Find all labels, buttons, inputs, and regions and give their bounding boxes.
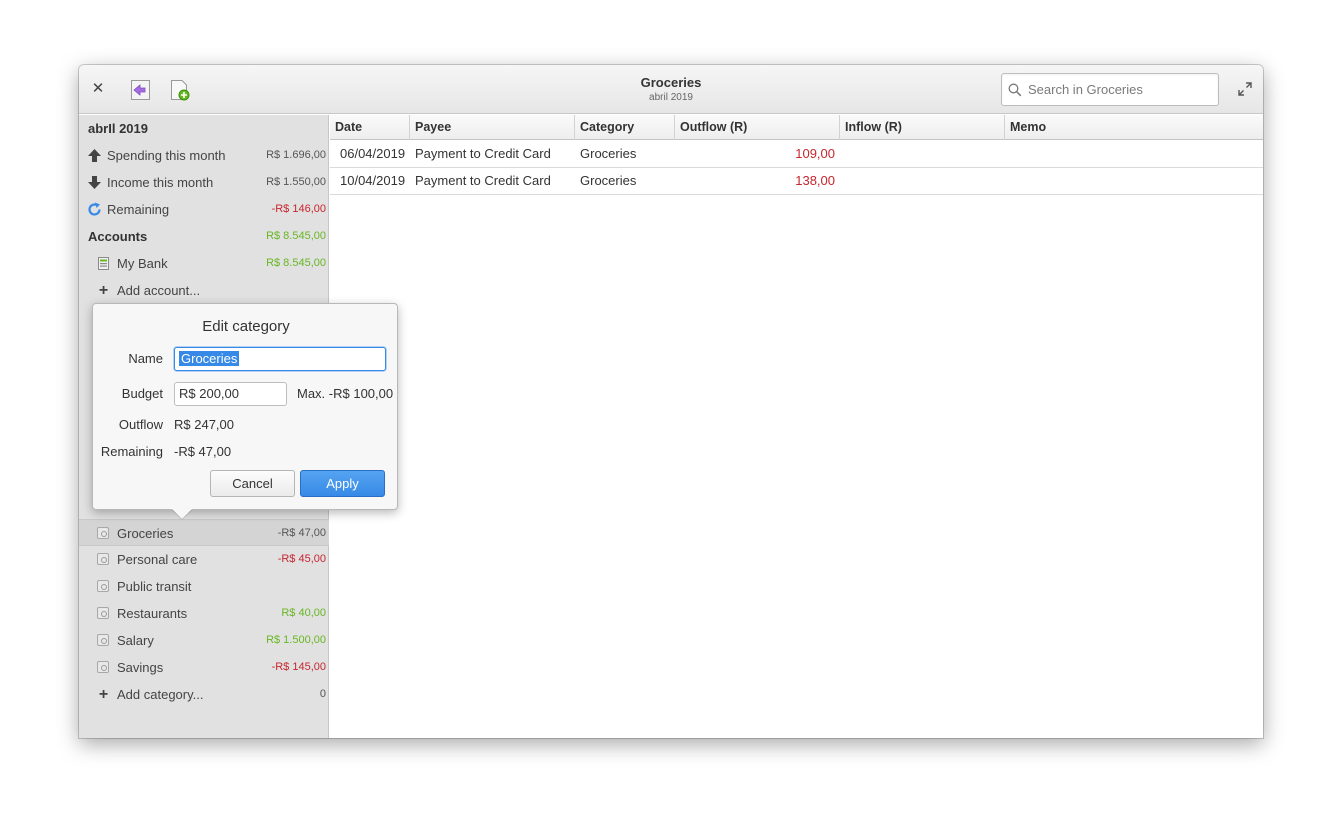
column-header-inflow[interactable]: Inflow (R) <box>840 115 1005 140</box>
budget-field[interactable]: R$ 200,00 <box>174 382 287 406</box>
category-icon <box>97 580 110 593</box>
refresh-icon <box>88 202 101 216</box>
budget-label: Budget <box>121 386 163 401</box>
sidebar-item-groceries[interactable]: Groceries -R$ 47,00 <box>79 519 329 546</box>
accounts-heading: Accounts R$ 8.545,00 <box>88 229 326 244</box>
popover-arrow <box>172 509 192 519</box>
titlebar: ✕ Groceries abril 2019 <box>79 65 1263 114</box>
sidebar-item-public-transit[interactable]: Public transit <box>79 573 329 600</box>
category-icon <box>97 607 110 620</box>
sidebar-item-remaining[interactable]: Remaining -R$ 146,00 <box>79 196 329 223</box>
cell-outflow: 138,00 <box>795 173 835 188</box>
sidebar-item-my-bank[interactable]: My Bank R$ 8.545,00 <box>79 250 329 277</box>
plus-icon: + <box>98 282 109 299</box>
table-row[interactable]: 10/04/2019 Payment to Credit Card Grocer… <box>330 168 1263 195</box>
sidebar-item-restaurants[interactable]: Restaurants R$ 40,00 <box>79 600 329 627</box>
add-category-button[interactable]: + Add category... 0 <box>79 681 329 708</box>
arrow-down-icon <box>88 176 101 189</box>
add-account-button[interactable]: + Add account... <box>79 277 329 304</box>
outflow-value: R$ 247,00 <box>174 417 234 432</box>
column-header-date[interactable]: Date <box>330 115 410 140</box>
name-label: Name <box>128 351 163 366</box>
search-icon <box>1008 83 1022 97</box>
cell-category: Groceries <box>580 173 637 188</box>
cell-category: Groceries <box>580 146 637 161</box>
arrow-up-icon <box>88 149 101 162</box>
cell-date: 10/04/2019 <box>340 173 406 188</box>
column-header-memo[interactable]: Memo <box>1005 115 1263 140</box>
apply-button[interactable]: Apply <box>300 470 385 497</box>
popover-title: Edit category <box>202 318 290 335</box>
cell-payee: Payment to Credit Card <box>415 146 551 161</box>
maximize-icon[interactable] <box>1238 82 1252 96</box>
table-row[interactable]: 06/04/2019 Payment to Credit Card Grocer… <box>330 141 1263 168</box>
remaining-label: Remaining <box>100 444 163 459</box>
search-box[interactable] <box>1001 73 1219 106</box>
bank-account-icon <box>98 257 109 270</box>
category-icon <box>97 634 110 647</box>
column-header-outflow[interactable]: Outflow (R) <box>675 115 840 140</box>
column-header-category[interactable]: Category <box>575 115 675 140</box>
name-field[interactable]: Groceries <box>174 347 386 371</box>
sidebar-item-personal-care[interactable]: Personal care -R$ 45,00 <box>79 546 329 573</box>
category-icon <box>97 527 110 540</box>
column-header-payee[interactable]: Payee <box>410 115 575 140</box>
budget-max-label: Max. -R$ 100,00 <box>297 386 394 401</box>
category-icon <box>97 661 110 674</box>
cell-outflow: 109,00 <box>795 146 835 161</box>
remaining-value: -R$ 47,00 <box>174 444 232 459</box>
sidebar-item-salary[interactable]: Salary R$ 1.500,00 <box>79 627 329 654</box>
category-icon <box>97 553 110 566</box>
period-heading: abrIl 2019 <box>88 121 148 136</box>
sidebar-item-savings[interactable]: Savings -R$ 145,00 <box>79 654 329 681</box>
plus-icon: + <box>98 686 109 703</box>
sidebar-item-income[interactable]: Income this month R$ 1.550,00 <box>79 169 329 196</box>
sidebar-item-spending[interactable]: Spending this month R$ 1.696,00 <box>79 142 329 169</box>
table-header: Date Payee Category Outflow (R) Inflow (… <box>330 115 1263 140</box>
name-field-value: Groceries <box>179 351 240 366</box>
edit-category-popover: Edit category Name Groceries Budget R$ 2… <box>92 303 398 510</box>
cell-date: 06/04/2019 <box>340 146 406 161</box>
cell-payee: Payment to Credit Card <box>415 173 551 188</box>
outflow-label: Outflow <box>118 417 163 432</box>
cancel-button[interactable]: Cancel <box>210 470 295 497</box>
transactions-table: Date Payee Category Outflow (R) Inflow (… <box>330 115 1263 738</box>
search-input[interactable] <box>1028 74 1216 105</box>
